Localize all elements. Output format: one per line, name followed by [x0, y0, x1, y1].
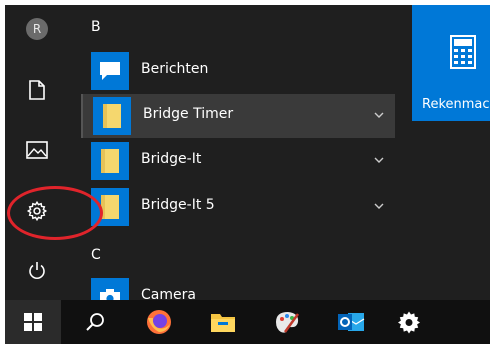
- outlook-button[interactable]: [323, 300, 379, 344]
- search-button[interactable]: [67, 300, 123, 344]
- app-label: Bridge-It: [141, 151, 202, 167]
- app-label: Camera: [141, 287, 196, 300]
- search-icon: [86, 313, 104, 331]
- app-label: Berichten: [141, 61, 209, 77]
- outlook-icon: [338, 313, 365, 331]
- app-tile: [91, 52, 129, 90]
- start-menu: R B Berichten Bridge Timer Bridge-It Bri…: [5, 5, 490, 344]
- firefox-button[interactable]: [131, 300, 187, 344]
- app-tile: [91, 278, 129, 300]
- paint-icon: [276, 312, 300, 333]
- settings-button[interactable]: [5, 189, 69, 233]
- chevron-down-icon[interactable]: [373, 109, 385, 121]
- folder-icon: [103, 104, 121, 128]
- app-label: Bridge-It 5: [141, 197, 215, 213]
- start-button[interactable]: [5, 300, 61, 344]
- power-button[interactable]: [5, 249, 69, 293]
- file-explorer-icon: [211, 314, 235, 332]
- app-item-bridge-timer[interactable]: Bridge Timer: [81, 94, 395, 138]
- firefox-icon: [147, 310, 171, 334]
- folder-icon: [101, 195, 119, 219]
- camera-icon: [100, 289, 120, 300]
- live-tile-calculator[interactable]: Rekenmachine: [412, 5, 490, 121]
- windows-start-icon: [24, 313, 42, 331]
- folder-icon: [101, 149, 119, 173]
- user-avatar-button[interactable]: R: [5, 7, 69, 51]
- app-item-bridge-it[interactable]: Bridge-It: [81, 139, 395, 183]
- paint-button[interactable]: [259, 300, 315, 344]
- section-letter-c[interactable]: C: [91, 247, 101, 263]
- app-item-berichten[interactable]: Berichten: [81, 49, 395, 93]
- user-avatar: R: [26, 18, 48, 40]
- settings-icon: [26, 200, 48, 222]
- taskbar: [5, 300, 490, 344]
- live-tile-label: Rekenmachine: [422, 97, 490, 112]
- start-rail: R: [5, 5, 69, 300]
- chevron-down-icon[interactable]: [373, 154, 385, 166]
- file-explorer-button[interactable]: [195, 300, 251, 344]
- pictures-icon: [26, 141, 48, 159]
- pictures-button[interactable]: [5, 128, 69, 172]
- app-item-camera[interactable]: Camera: [81, 275, 395, 300]
- app-item-bridge-it-5[interactable]: Bridge-It 5: [81, 185, 395, 229]
- section-letter-b[interactable]: B: [91, 19, 101, 35]
- app-tile: [91, 142, 129, 180]
- power-icon: [29, 262, 45, 279]
- settings-icon: [398, 311, 420, 334]
- settings-taskbar-button[interactable]: [381, 300, 437, 344]
- chevron-down-icon[interactable]: [373, 200, 385, 212]
- app-tile: [93, 97, 131, 135]
- documents-icon: [29, 80, 45, 100]
- documents-button[interactable]: [5, 68, 69, 112]
- calculator-icon: [450, 35, 476, 69]
- app-label: Bridge Timer: [143, 106, 234, 122]
- message-icon: [100, 62, 120, 80]
- app-tile: [91, 188, 129, 226]
